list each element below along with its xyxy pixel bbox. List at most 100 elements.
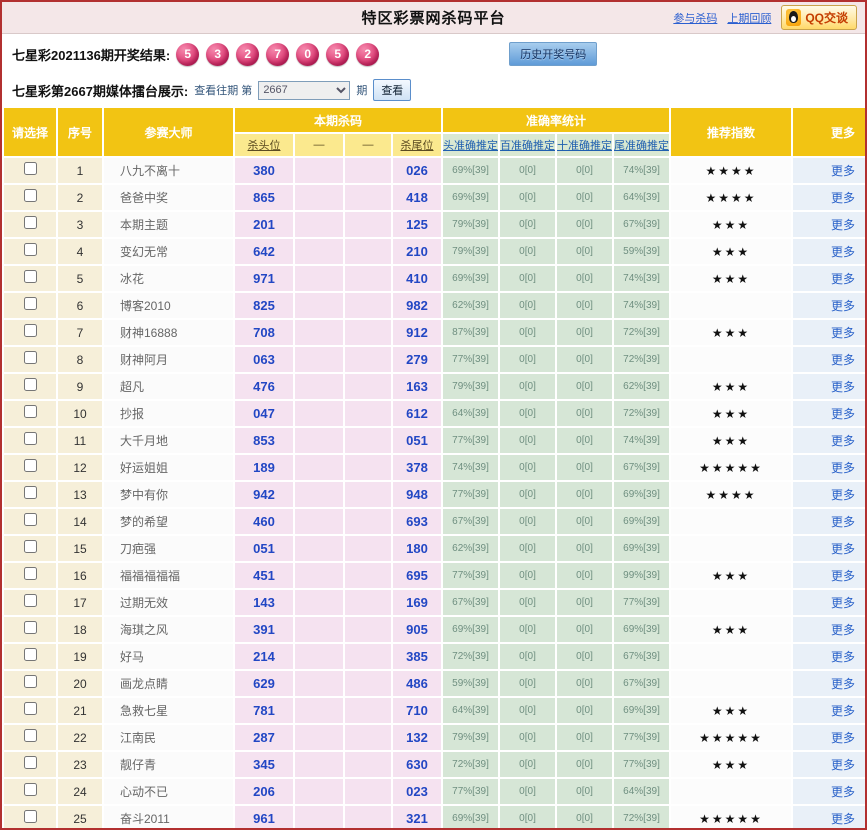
- row-checkbox[interactable]: [23, 431, 37, 445]
- row-checkbox[interactable]: [23, 296, 37, 310]
- row-index: 21: [58, 698, 102, 723]
- row-index: 23: [58, 752, 102, 777]
- more-link[interactable]: 更多: [831, 758, 855, 772]
- accuracy-tail: 69%[39]: [614, 482, 670, 507]
- more-cell: 更多: [793, 266, 865, 291]
- more-link[interactable]: 更多: [831, 461, 855, 475]
- more-link[interactable]: 更多: [831, 677, 855, 691]
- master-name: 奋斗2011: [104, 806, 233, 828]
- accuracy-head: 72%[39]: [443, 752, 499, 777]
- row-checkbox[interactable]: [23, 377, 37, 391]
- kill-empty-cell: [295, 347, 343, 372]
- subheader-accuracy-tail[interactable]: 尾准确推定: [614, 134, 670, 156]
- nav-link-previous-period[interactable]: 上期回顾: [727, 10, 771, 26]
- accuracy-hundred: 0[0]: [500, 374, 556, 399]
- row-checkbox[interactable]: [23, 755, 37, 769]
- lottery-platform-page: 特区彩票网杀码平台 参与杀码 上期回顾 QQ交谈 七星彩2021136期开奖结果…: [0, 0, 867, 830]
- more-link[interactable]: 更多: [831, 218, 855, 232]
- accuracy-head: 64%[39]: [443, 698, 499, 723]
- more-link[interactable]: 更多: [831, 164, 855, 178]
- row-checkbox[interactable]: [23, 323, 37, 337]
- more-link[interactable]: 更多: [831, 569, 855, 583]
- row-checkbox[interactable]: [23, 485, 37, 499]
- accuracy-hundred: 0[0]: [500, 482, 556, 507]
- subheader-accuracy-hundred[interactable]: 百准确推定: [500, 134, 556, 156]
- row-checkbox[interactable]: [23, 188, 37, 202]
- table-row: 1 八九不离十 380 026 69%[39] 0[0] 0[0] 74%[39] ★★★★ 更多: [4, 158, 865, 183]
- more-link[interactable]: 更多: [831, 785, 855, 799]
- history-numbers-button[interactable]: 历史开奖号码: [509, 42, 598, 66]
- more-link[interactable]: 更多: [831, 272, 855, 286]
- star-rating: ★★★: [671, 698, 792, 723]
- row-checkbox[interactable]: [23, 539, 37, 553]
- result-ball: 7: [266, 42, 290, 66]
- more-link[interactable]: 更多: [831, 488, 855, 502]
- row-checkbox[interactable]: [23, 242, 37, 256]
- view-button[interactable]: 查看: [373, 79, 412, 101]
- more-link[interactable]: 更多: [831, 596, 855, 610]
- row-checkbox[interactable]: [23, 728, 37, 742]
- row-checkbox[interactable]: [23, 350, 37, 364]
- row-checkbox[interactable]: [23, 620, 37, 634]
- more-link[interactable]: 更多: [831, 542, 855, 556]
- more-link[interactable]: 更多: [831, 623, 855, 637]
- row-index: 5: [58, 266, 102, 291]
- row-checkbox[interactable]: [23, 674, 37, 688]
- qq-chat-button[interactable]: QQ交谈: [781, 5, 857, 30]
- subheader-accuracy-ten[interactable]: 十准确推定: [557, 134, 613, 156]
- more-link[interactable]: 更多: [831, 326, 855, 340]
- kill-tail-value: 912: [393, 320, 442, 345]
- row-checkbox[interactable]: [23, 269, 37, 283]
- more-link[interactable]: 更多: [831, 380, 855, 394]
- more-link[interactable]: 更多: [831, 299, 855, 313]
- more-link[interactable]: 更多: [831, 515, 855, 529]
- header-more: 更多: [793, 108, 865, 156]
- more-link[interactable]: 更多: [831, 731, 855, 745]
- subheader-kill-mid1: —: [295, 134, 343, 156]
- more-cell: 更多: [793, 644, 865, 669]
- period-select[interactable]: 2667: [258, 80, 351, 100]
- accuracy-tail: 69%[39]: [614, 698, 670, 723]
- nav-link-join[interactable]: 参与杀码: [673, 10, 717, 26]
- row-checkbox[interactable]: [23, 512, 37, 526]
- more-link[interactable]: 更多: [831, 407, 855, 421]
- accuracy-head: 77%[39]: [443, 779, 499, 804]
- row-checkbox[interactable]: [23, 458, 37, 472]
- more-link[interactable]: 更多: [831, 353, 855, 367]
- more-link[interactable]: 更多: [831, 704, 855, 718]
- accuracy-tail: 74%[39]: [614, 428, 670, 453]
- star-rating: ★★★★★: [671, 455, 792, 480]
- more-link[interactable]: 更多: [831, 434, 855, 448]
- more-link[interactable]: 更多: [831, 650, 855, 664]
- row-checkbox[interactable]: [23, 647, 37, 661]
- row-checkbox[interactable]: [23, 161, 37, 175]
- kill-empty-cell: [345, 374, 391, 399]
- accuracy-tail: 74%[39]: [614, 293, 670, 318]
- result-ball: 5: [176, 42, 200, 66]
- row-checkbox[interactable]: [23, 809, 37, 823]
- row-checkbox-cell: [4, 698, 56, 723]
- accuracy-hundred: 0[0]: [500, 293, 556, 318]
- row-checkbox[interactable]: [23, 593, 37, 607]
- view-past-label: 查看往期 第: [194, 85, 253, 97]
- more-cell: 更多: [793, 455, 865, 480]
- row-checkbox[interactable]: [23, 701, 37, 715]
- more-link[interactable]: 更多: [831, 812, 855, 826]
- subheader-accuracy-head[interactable]: 头准确推定: [443, 134, 499, 156]
- accuracy-ten: 0[0]: [557, 401, 613, 426]
- kill-empty-cell: [295, 752, 343, 777]
- star-rating: ★★★★★: [671, 806, 792, 828]
- accuracy-hundred: 0[0]: [500, 320, 556, 345]
- more-link[interactable]: 更多: [831, 191, 855, 205]
- row-checkbox[interactable]: [23, 566, 37, 580]
- kill-tail-value: 210: [393, 239, 442, 264]
- row-checkbox[interactable]: [23, 215, 37, 229]
- row-checkbox-cell: [4, 266, 56, 291]
- media-arena-label: 七星彩第2667期媒体擂台展示:: [12, 83, 189, 99]
- row-index: 7: [58, 320, 102, 345]
- kill-head-value: 143: [235, 590, 293, 615]
- row-checkbox[interactable]: [23, 782, 37, 796]
- row-checkbox[interactable]: [23, 404, 37, 418]
- row-index: 3: [58, 212, 102, 237]
- more-link[interactable]: 更多: [831, 245, 855, 259]
